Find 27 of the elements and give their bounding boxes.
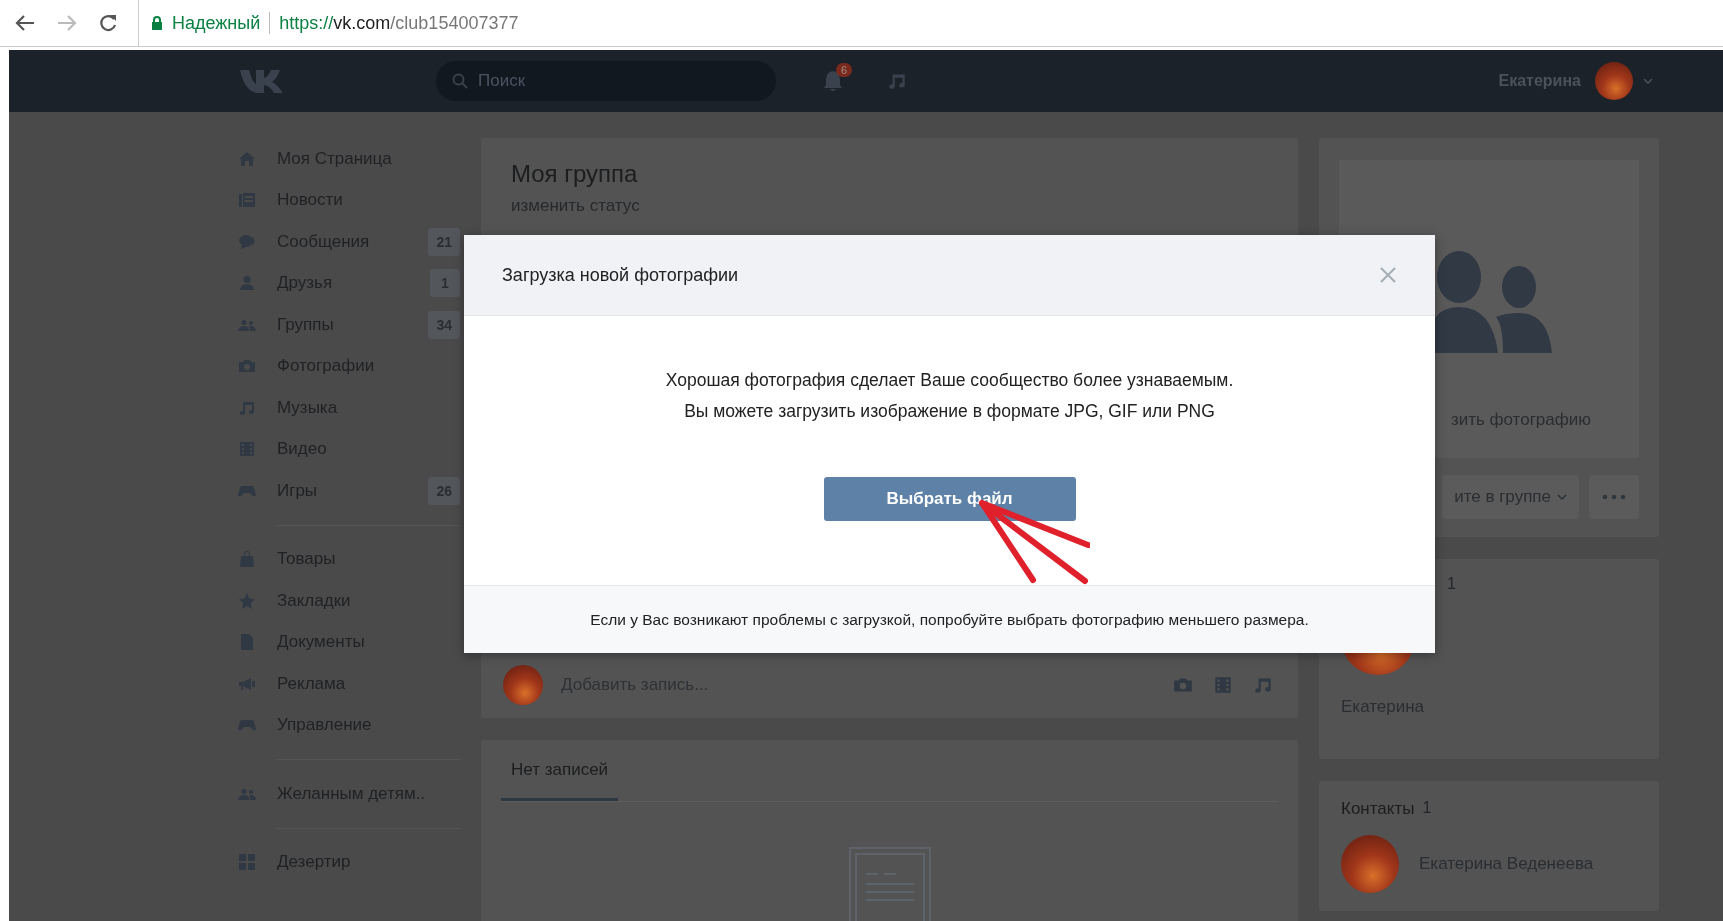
group-title: Моя группа — [511, 160, 639, 188]
lock-icon — [151, 16, 163, 30]
more-button[interactable] — [1589, 475, 1639, 519]
address-bar[interactable]: Надежный https://vk.com/club154007377 — [138, 0, 1723, 46]
reload-icon[interactable] — [98, 13, 118, 33]
forward-icon[interactable] — [56, 14, 78, 32]
bag-icon — [237, 549, 257, 570]
url-text: https://vk.com/club154007377 — [279, 12, 519, 34]
close-icon[interactable] — [1379, 266, 1397, 284]
notification-badge: 6 — [835, 63, 852, 77]
avatar[interactable] — [1595, 62, 1633, 100]
logo-icon[interactable] — [240, 68, 286, 94]
dialog-message: Хорошая фотография сделает Ваше сообщество более узнаваемым. — [665, 369, 1234, 392]
search-field[interactable]: Поиск — [436, 61, 776, 101]
back-icon[interactable] — [14, 14, 36, 32]
film-icon[interactable] — [1212, 674, 1234, 696]
caret-icon[interactable] — [1643, 78, 1653, 84]
grid-icon — [237, 852, 257, 873]
more-icon — [1602, 494, 1626, 500]
dialog-note: Если у Вас возникают проблемы с загрузкой, попробуйте выбрать фотографию меньшего размера. — [590, 610, 1309, 629]
search-icon — [452, 73, 468, 89]
avatar — [503, 665, 543, 705]
security-label: Надежный — [172, 12, 261, 34]
dialog-title: Загрузка новой фотографии — [502, 264, 739, 286]
contacts-title: Контакты — [1341, 799, 1415, 819]
dialog-message: Вы можете загрузить изображение в формате JPG, GIF или PNG — [684, 400, 1215, 423]
caret-icon — [1557, 494, 1567, 500]
